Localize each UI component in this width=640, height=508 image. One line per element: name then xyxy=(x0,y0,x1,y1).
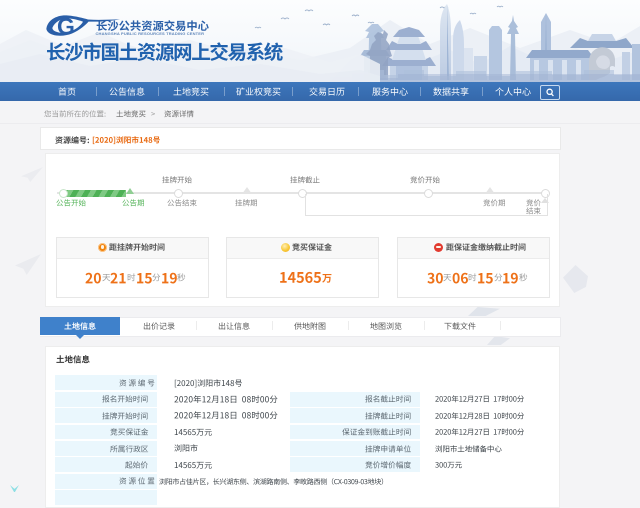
svg-text:CHANGSHA PUBLIC RESOURCES TRAD: CHANGSHA PUBLIC RESOURCES TRADING CENTER xyxy=(96,31,205,36)
